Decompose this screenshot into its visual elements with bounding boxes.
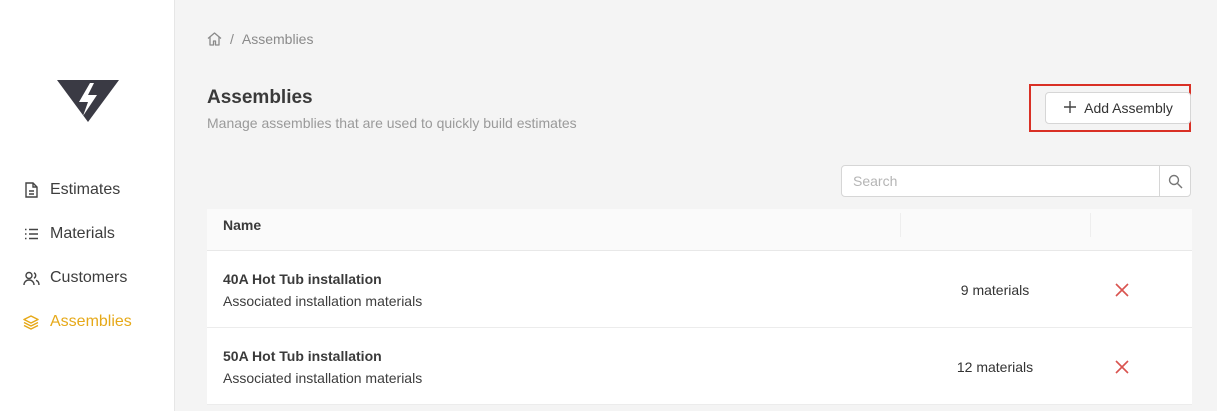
sidebar-item-estimates[interactable]: Estimates [22, 178, 120, 202]
search-icon [1168, 174, 1182, 188]
breadcrumb-separator: / [230, 31, 234, 47]
table-row[interactable]: 50A Hot Tub installation Associated inst… [207, 328, 1192, 405]
delete-icon[interactable] [1113, 281, 1131, 299]
sidebar-item-assemblies[interactable]: Assemblies [22, 310, 132, 334]
breadcrumb: / Assemblies [207, 31, 313, 47]
document-icon [22, 181, 40, 199]
assembly-description: Associated installation materials [223, 370, 423, 386]
sidebar: Estimates Materials Customers Assemblies [0, 0, 175, 411]
material-count: 12 materials [956, 359, 1034, 375]
brand-logo[interactable] [57, 80, 119, 122]
sidebar-item-materials[interactable]: Materials [22, 222, 115, 246]
search-bar [841, 165, 1191, 197]
sidebar-item-label: Customers [50, 269, 128, 286]
breadcrumb-current: Assemblies [241, 31, 314, 47]
assembly-name[interactable]: 50A Hot Tub installation [223, 348, 382, 364]
plus-icon [1063, 99, 1077, 117]
add-assembly-button[interactable]: Add Assembly [1045, 92, 1191, 124]
delete-icon[interactable] [1113, 358, 1131, 376]
table-row[interactable]: 40A Hot Tub installation Associated inst… [207, 251, 1192, 328]
list-icon [22, 225, 40, 243]
page-title: Assemblies [207, 87, 313, 108]
sidebar-item-label: Materials [50, 225, 115, 242]
main-content: / Assemblies Assemblies Manage assemblie… [176, 0, 1217, 411]
assembly-name[interactable]: 40A Hot Tub installation [223, 271, 382, 287]
column-header-name[interactable]: Name [223, 217, 261, 233]
sidebar-item-customers[interactable]: Customers [22, 266, 127, 290]
home-icon[interactable] [207, 32, 222, 46]
users-icon [22, 269, 40, 287]
column-divider [900, 213, 901, 237]
add-assembly-label: Add Assembly [1084, 100, 1173, 116]
table-header: Name [207, 209, 1192, 251]
sidebar-item-label: Estimates [50, 181, 121, 198]
sidebar-item-label: Assemblies [50, 313, 132, 330]
column-divider [1090, 213, 1091, 237]
search-input[interactable] [842, 166, 1159, 196]
assemblies-table: Name 40A Hot Tub installation Associated… [207, 209, 1192, 405]
search-button[interactable] [1159, 166, 1190, 196]
layers-icon [22, 313, 40, 331]
material-count: 9 materials [960, 282, 1030, 298]
page-subtitle: Manage assemblies that are used to quick… [207, 115, 577, 131]
assembly-description: Associated installation materials [223, 293, 423, 309]
